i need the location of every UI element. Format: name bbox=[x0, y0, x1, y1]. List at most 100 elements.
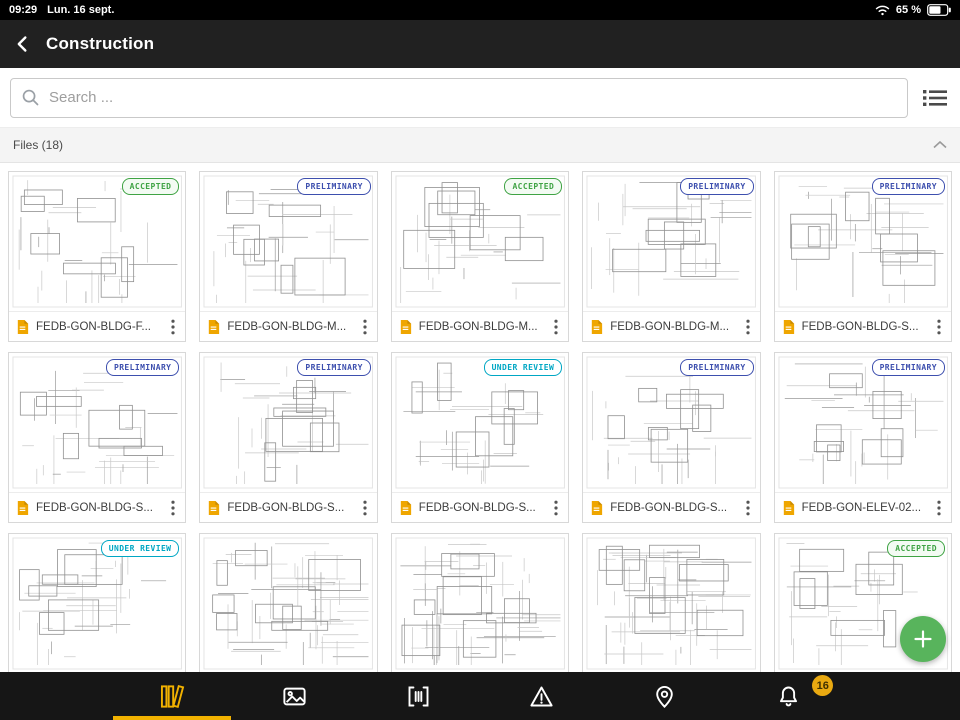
status-badge: PRELIMINARY bbox=[680, 359, 754, 376]
status-badge: PRELIMINARY bbox=[106, 359, 180, 376]
file-name: FEDB-GON-BLDG-S... bbox=[36, 501, 153, 514]
files-section-title: Files (18) bbox=[13, 138, 64, 152]
search-box[interactable] bbox=[10, 77, 908, 118]
file-card[interactable]: PRELIMINARY FEDB-GON-ELEV-02... bbox=[773, 352, 952, 523]
wifi-icon bbox=[875, 4, 890, 16]
kebab-menu-icon[interactable] bbox=[359, 500, 371, 516]
file-name: FEDB-GON-BLDG-M... bbox=[227, 320, 347, 333]
file-name: FEDB-GON-BLDG-S... bbox=[227, 501, 345, 514]
file-card[interactable]: PRELIMINARY FEDB-GON-BLDG-M... bbox=[199, 171, 378, 342]
add-file-fab[interactable] bbox=[900, 616, 946, 662]
document-file-icon bbox=[15, 500, 30, 515]
kebab-menu-icon[interactable] bbox=[550, 500, 562, 516]
files-section-header[interactable]: Files (18) bbox=[0, 128, 960, 163]
chevron-left-icon bbox=[10, 31, 36, 57]
file-card[interactable]: UNDER REVIEW FEDB-GON-BLDG-S... bbox=[390, 352, 570, 523]
file-card-footer: FEDB-GON-BLDG-M... bbox=[200, 311, 377, 341]
tab-plans[interactable] bbox=[110, 672, 233, 720]
file-thumbnail[interactable] bbox=[583, 534, 760, 673]
file-name: FEDB-GON-BLDG-S... bbox=[418, 501, 536, 514]
file-thumbnail[interactable]: PRELIMINARY bbox=[583, 353, 760, 492]
file-card-footer: FEDB-GON-BLDG-S... bbox=[774, 311, 951, 341]
tab-issues[interactable] bbox=[480, 672, 603, 720]
page-title: Construction bbox=[46, 34, 155, 53]
kebab-menu-icon[interactable] bbox=[742, 500, 754, 516]
files-grid: ACCEPTED FEDB-GON-BLDG-F... PRELIMINARY … bbox=[0, 163, 960, 712]
search-input[interactable] bbox=[49, 89, 897, 106]
file-thumbnail[interactable]: PRELIMINARY bbox=[774, 353, 951, 492]
status-badge: UNDER REVIEW bbox=[100, 540, 180, 557]
drawing-thumbnail bbox=[203, 537, 374, 670]
file-card[interactable]: PRELIMINARY FEDB-GON-BLDG-S... bbox=[582, 352, 761, 523]
file-card[interactable]: PRELIMINARY FEDB-GON-BLDG-M... bbox=[582, 171, 761, 342]
kebab-menu-icon[interactable] bbox=[167, 500, 179, 516]
file-card-footer: FEDB-GON-BLDG-S... bbox=[583, 492, 760, 522]
clock: 09:29 bbox=[9, 4, 38, 16]
file-thumbnail[interactable]: ACCEPTED bbox=[9, 172, 186, 311]
document-file-icon bbox=[589, 319, 604, 334]
status-badge: PRELIMINARY bbox=[297, 178, 371, 195]
file-card-footer: FEDB-GON-BLDG-M... bbox=[391, 311, 569, 341]
list-view-toggle-button[interactable] bbox=[920, 83, 950, 113]
search-icon bbox=[21, 88, 40, 107]
document-file-icon bbox=[15, 319, 30, 334]
file-thumbnail[interactable] bbox=[391, 534, 569, 673]
file-thumbnail[interactable]: PRELIMINARY bbox=[200, 172, 377, 311]
status-badge: PRELIMINARY bbox=[680, 178, 754, 195]
file-name: FEDB-GON-ELEV-02... bbox=[801, 501, 922, 514]
kebab-menu-icon[interactable] bbox=[933, 319, 945, 335]
file-card[interactable]: PRELIMINARY FEDB-GON-BLDG-S... bbox=[773, 171, 952, 342]
file-name: FEDB-GON-BLDG-S... bbox=[610, 501, 728, 514]
kebab-menu-icon[interactable] bbox=[359, 319, 371, 335]
file-thumbnail[interactable]: PRELIMINARY bbox=[774, 172, 951, 311]
file-thumbnail[interactable]: PRELIMINARY bbox=[200, 353, 377, 492]
tab-locations[interactable] bbox=[603, 672, 726, 720]
photos-icon bbox=[281, 683, 308, 710]
bullet-list-icon bbox=[922, 87, 948, 109]
drawing-thumbnail bbox=[586, 537, 757, 670]
file-thumbnail[interactable]: UNDER REVIEW bbox=[9, 534, 186, 673]
file-card[interactable]: ACCEPTED FEDB-GON-BLDG-M... bbox=[390, 171, 570, 342]
tab-barcode-scan[interactable] bbox=[357, 672, 480, 720]
app-header: Construction bbox=[0, 20, 960, 68]
status-badge: PRELIMINARY bbox=[871, 359, 945, 376]
kebab-menu-icon[interactable] bbox=[933, 500, 945, 516]
document-file-icon bbox=[589, 500, 604, 515]
file-thumbnail[interactable]: ACCEPTED bbox=[391, 172, 569, 311]
status-bar: 09:29 Lun. 16 sept. 65 % bbox=[0, 0, 960, 20]
warning-triangle-icon bbox=[528, 683, 555, 710]
chevron-up-icon[interactable] bbox=[933, 141, 947, 149]
plus-icon bbox=[911, 627, 935, 651]
file-thumbnail[interactable] bbox=[200, 534, 377, 673]
document-file-icon bbox=[398, 319, 413, 334]
file-name: FEDB-GON-BLDG-F... bbox=[36, 320, 152, 333]
back-button[interactable] bbox=[0, 20, 46, 68]
file-card[interactable]: PRELIMINARY FEDB-GON-BLDG-S... bbox=[199, 352, 378, 523]
bell-icon bbox=[775, 683, 802, 710]
file-card[interactable]: ACCEPTED FEDB-GON-BLDG-F... bbox=[8, 171, 187, 342]
kebab-menu-icon[interactable] bbox=[550, 319, 562, 335]
kebab-menu-icon[interactable] bbox=[167, 319, 179, 335]
barcode-icon bbox=[405, 683, 432, 710]
drawing-thumbnail bbox=[395, 537, 565, 670]
file-thumbnail[interactable]: PRELIMINARY bbox=[583, 172, 760, 311]
file-card-footer: FEDB-GON-BLDG-M... bbox=[583, 311, 760, 341]
file-name: FEDB-GON-BLDG-S... bbox=[801, 320, 919, 333]
date: Lun. 16 sept. bbox=[47, 4, 115, 16]
status-badge: PRELIMINARY bbox=[871, 178, 945, 195]
search-row bbox=[0, 68, 960, 128]
document-file-icon bbox=[781, 500, 796, 515]
kebab-menu-icon[interactable] bbox=[742, 319, 754, 335]
document-file-icon bbox=[781, 319, 796, 334]
file-card[interactable]: PRELIMINARY FEDB-GON-BLDG-S... bbox=[8, 352, 187, 523]
file-thumbnail[interactable]: PRELIMINARY bbox=[9, 353, 186, 492]
file-card-footer: FEDB-GON-BLDG-S... bbox=[391, 492, 569, 522]
tab-photos[interactable] bbox=[233, 672, 356, 720]
document-file-icon bbox=[206, 500, 221, 515]
status-badge: PRELIMINARY bbox=[297, 359, 371, 376]
file-thumbnail[interactable]: UNDER REVIEW bbox=[391, 353, 569, 492]
document-file-icon bbox=[206, 319, 221, 334]
tab-notifications[interactable]: 16 bbox=[727, 672, 850, 720]
file-card-footer: FEDB-GON-BLDG-S... bbox=[200, 492, 377, 522]
file-card-footer: FEDB-GON-ELEV-02... bbox=[774, 492, 951, 522]
